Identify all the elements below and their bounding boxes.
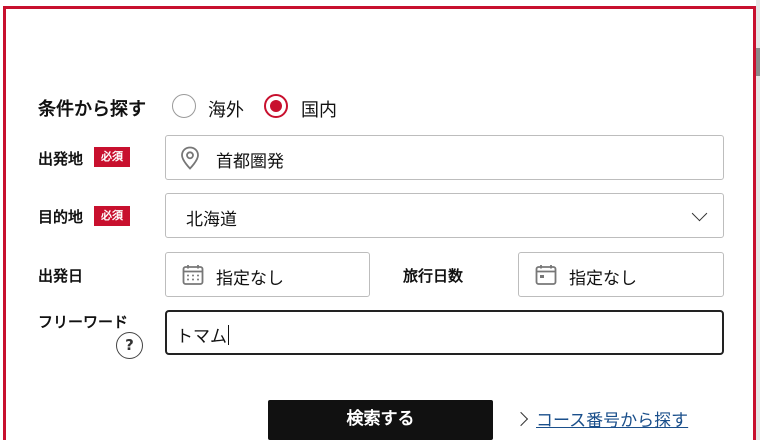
calendar-icon xyxy=(182,265,204,285)
trip-days-value: 指定なし xyxy=(569,269,637,289)
free-word-value: トマム xyxy=(176,325,229,347)
course-number-link[interactable]: コース番号から探す xyxy=(513,406,688,431)
departure-field[interactable]: 首都圏発 xyxy=(165,135,724,180)
departure-label: 出発地 xyxy=(38,150,84,168)
destination-select[interactable]: 北海道 xyxy=(165,193,724,238)
radio-domestic-label[interactable]: 国内 xyxy=(301,96,337,122)
search-conditions-heading: 条件から探す xyxy=(38,99,146,120)
departure-date-label: 出発日 xyxy=(38,267,84,285)
departure-date-value: 指定なし xyxy=(216,269,284,289)
radio-domestic[interactable] xyxy=(264,94,288,118)
destination-label: 目的地 xyxy=(38,208,84,226)
free-word-label: フリーワード xyxy=(38,313,129,331)
free-word-input[interactable]: トマム xyxy=(165,310,724,355)
chevron-right-icon xyxy=(513,411,529,427)
help-icon[interactable]: ? xyxy=(116,332,143,359)
departure-value: 首都圏発 xyxy=(216,152,284,172)
trip-days-field[interactable]: 指定なし xyxy=(518,252,724,297)
text-cursor xyxy=(228,325,229,345)
required-badge: 必須 xyxy=(94,147,130,167)
location-pin-icon xyxy=(181,146,199,170)
calendar-icon xyxy=(535,265,557,285)
required-badge: 必須 xyxy=(94,206,130,226)
departure-date-field[interactable]: 指定なし xyxy=(165,252,370,297)
scrollbar-thumb[interactable] xyxy=(756,48,760,76)
trip-days-label: 旅行日数 xyxy=(403,267,464,285)
destination-value: 北海道 xyxy=(186,210,237,230)
course-number-link-label[interactable]: コース番号から探す xyxy=(536,411,688,431)
radio-overseas-label[interactable]: 海外 xyxy=(208,96,244,122)
search-button[interactable]: 検索する xyxy=(268,400,493,440)
radio-overseas[interactable] xyxy=(172,94,196,118)
chevron-down-icon xyxy=(691,205,708,222)
